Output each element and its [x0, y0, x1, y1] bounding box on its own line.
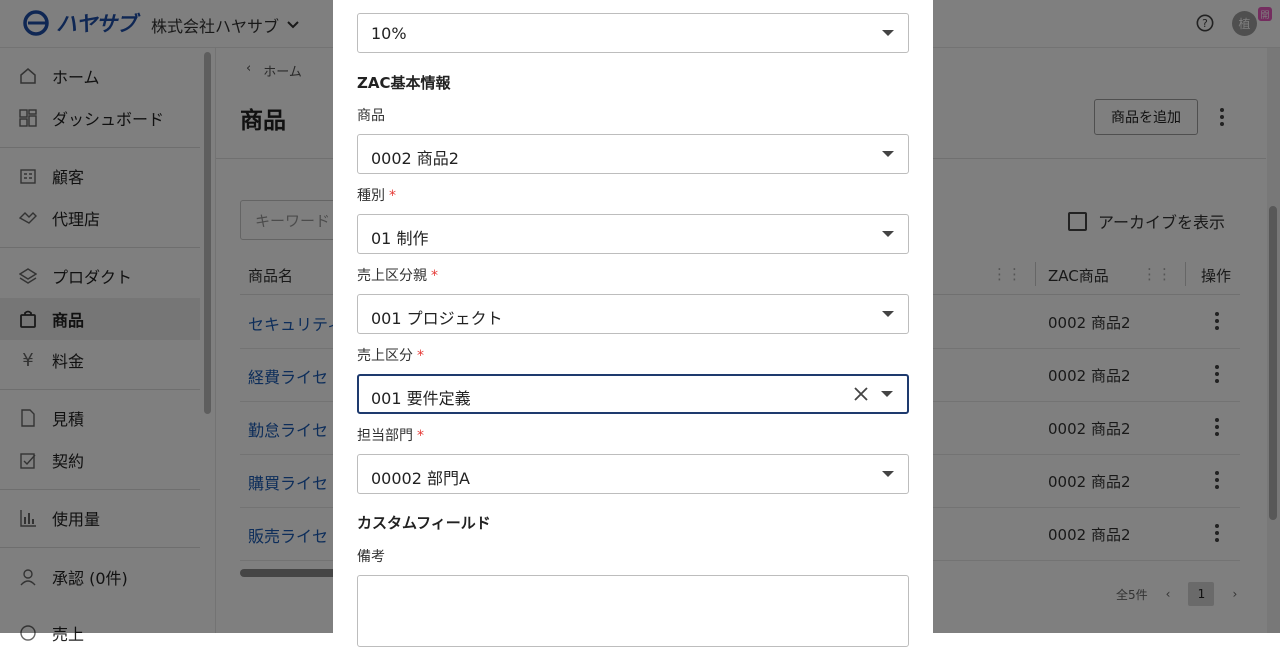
dept-value: 00002 部門A [371, 469, 470, 488]
dropdown-arrow-icon [882, 471, 894, 477]
required-mark: * [417, 348, 424, 364]
required-mark: * [417, 428, 424, 444]
product-select[interactable]: 0002 商品2 [357, 134, 909, 174]
custom-field-section-title: カスタムフィールド [357, 514, 491, 532]
dept-select[interactable]: 00002 部門A [357, 454, 909, 494]
dropdown-arrow-icon [882, 30, 894, 36]
required-mark: * [389, 188, 396, 204]
dropdown-arrow-icon [881, 391, 893, 397]
sales-class-value: 001 要件定義 [371, 389, 471, 408]
type-select[interactable]: 01 制作 [357, 214, 909, 254]
clear-icon[interactable] [853, 386, 869, 402]
dept-label: 担当部門 * [357, 428, 424, 444]
dropdown-arrow-icon [882, 151, 894, 157]
notes-textarea[interactable] [357, 575, 909, 647]
dropdown-arrow-icon [882, 231, 894, 237]
sales-class-select[interactable]: 001 要件定義 [357, 374, 909, 414]
zac-section-title: ZAC基本情報 [357, 74, 451, 92]
product-value: 0002 商品2 [371, 149, 459, 168]
sales-class-label: 売上区分 * [357, 348, 424, 364]
tax-rate-select[interactable]: 10% [357, 13, 909, 53]
required-mark: * [431, 268, 438, 284]
sales-parent-label: 売上区分親 * [357, 268, 438, 284]
sales-parent-select[interactable]: 001 プロジェクト [357, 294, 909, 334]
notes-label: 備考 [357, 549, 385, 565]
dropdown-arrow-icon [882, 311, 894, 317]
product-label: 商品 [357, 108, 385, 124]
tax-rate-value: 10% [371, 24, 407, 43]
sales-parent-value: 001 プロジェクト [371, 309, 503, 328]
type-label: 種別 * [357, 188, 396, 204]
type-value: 01 制作 [371, 229, 429, 248]
